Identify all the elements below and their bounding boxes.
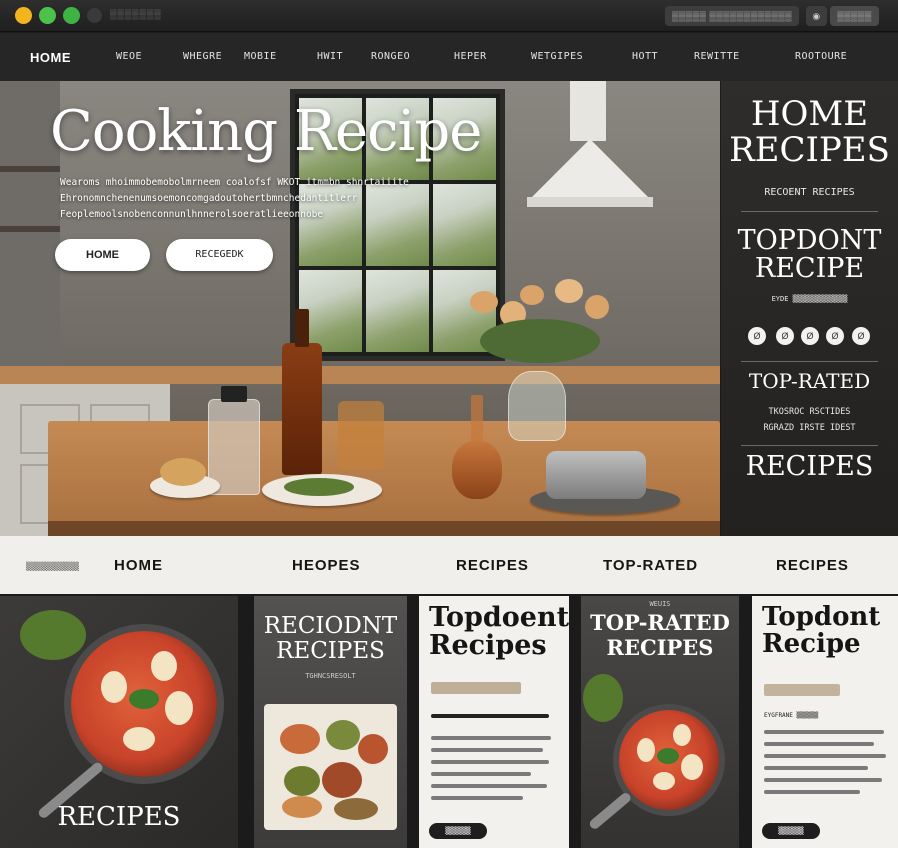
card-title: RECIPES xyxy=(57,802,181,832)
recipe-card[interactable]: WEUIS TOP-RATED RECIPES xyxy=(581,596,739,848)
food-platter-image xyxy=(264,704,397,830)
divider xyxy=(741,445,878,446)
minimize-button[interactable] xyxy=(15,7,32,24)
tab-recipes[interactable]: HEOPES xyxy=(292,557,361,574)
nav-item[interactable]: HOTT xyxy=(632,51,658,62)
recipe-card[interactable]: Topdoent Recipes ▒▒▒▒▒▒ xyxy=(419,596,569,848)
subnav-caption: ▒▒▒▒▒▒▒▒▒▒▒ xyxy=(26,562,79,571)
fullscreen-button[interactable] xyxy=(63,7,80,24)
window-titlebar: ▒▒▒▒▒▒▒ ▒▒▒▒▒ ▒▒▒▒▒▒▒▒▒▒▒▒ ◉ ▒▒▒▒▒ xyxy=(0,0,898,32)
tab-recipes[interactable]: RECIPES xyxy=(776,557,849,574)
sidebar: HOME RECIPES RECOENT RECIPES TOPDONT REC… xyxy=(721,81,898,536)
honey-jar-image xyxy=(338,401,384,469)
tab-home[interactable]: HOME xyxy=(114,557,163,574)
card-caption: TGHNCSRESOLT xyxy=(305,672,356,680)
sidebar-caption: TKOSROC RSCTIDES xyxy=(768,407,851,417)
nav-item[interactable]: RONGEO xyxy=(371,51,410,62)
hero-banner: Cooking Recipe Wearoms mhoimmobemobolmrn… xyxy=(0,81,720,536)
nav-item[interactable]: ROOTOURE xyxy=(795,51,847,62)
flower-vase-image xyxy=(508,371,566,441)
divider xyxy=(741,211,878,212)
sidebar-heading-recipes[interactable]: RECIPES xyxy=(721,452,898,481)
divider xyxy=(741,361,878,362)
bread-plate-image xyxy=(150,458,220,498)
window-title: ▒▒▒▒▒▒▒ xyxy=(110,9,162,19)
sidebar-heading-recipe[interactable]: TOPDONT RECIPE xyxy=(721,226,898,284)
salad-plate-image xyxy=(262,474,382,506)
nav-item[interactable]: HEPER xyxy=(454,51,487,62)
secondary-navigation: ▒▒▒▒▒▒▒▒▒▒▒ HOME HEOPES RECIPES TOP-RATE… xyxy=(0,536,898,594)
card-title: RECIODNT RECIPES xyxy=(263,613,398,665)
toolbar-icon[interactable]: ◉ xyxy=(806,6,827,26)
card-title: TOP-RATED RECIPES xyxy=(590,610,730,661)
herb-garnish-image xyxy=(20,610,86,660)
extra-control[interactable] xyxy=(87,8,102,23)
home-button[interactable]: HOME xyxy=(55,239,150,271)
nav-item[interactable]: MOBIE xyxy=(244,51,277,62)
recipe-card[interactable]: RECIODNT RECIPES TGHNCSRESOLT xyxy=(254,596,407,848)
back-counter xyxy=(0,366,720,384)
recipes-button[interactable]: RECEGEDK xyxy=(166,239,273,271)
cooking-pot-image xyxy=(546,451,646,499)
toolbar-menu-button[interactable]: ▒▒▒▒▒ xyxy=(830,6,879,26)
sidebar-heading-home-recipes[interactable]: HOME RECIPES xyxy=(721,96,898,168)
tab-recipes[interactable]: RECIPES xyxy=(456,557,529,574)
card-meta: EYGFRANE ▒▒▒▒▒▒ xyxy=(764,712,819,719)
address-bar[interactable]: ▒▒▒▒▒ ▒▒▒▒▒▒▒▒▒▒▒▒ xyxy=(665,6,799,26)
card-kicker: WEUIS xyxy=(649,600,671,608)
sidebar-caption: RGRAZD IRSTE IDEST xyxy=(763,423,856,433)
nav-item[interactable]: WETGIPES xyxy=(531,51,583,62)
top-navigation: HOME WEOE WHEGRE MOBIE HWIT RONGEO HEPER… xyxy=(0,33,898,81)
sidebar-caption: EYDE ▒▒▒▒▒▒▒▒▒▒▒▒▒ xyxy=(771,295,848,303)
nav-item-home[interactable]: HOME xyxy=(30,50,71,65)
oil-flask-image xyxy=(452,395,502,499)
kitchen-shelf xyxy=(0,226,60,232)
nav-item[interactable]: WHEGRE xyxy=(183,51,222,62)
range-hood xyxy=(527,81,660,211)
nav-item[interactable]: WEOE xyxy=(116,51,142,62)
nav-item[interactable]: REWITTE xyxy=(694,51,740,62)
social-icon[interactable]: Ø xyxy=(801,327,819,345)
card-title: Topdont Recipe xyxy=(762,602,881,660)
social-icon[interactable]: Ø xyxy=(748,327,766,345)
sidebar-heading-top-rated[interactable]: TOP-RATED xyxy=(721,371,898,392)
recipe-card[interactable]: Topdont Recipe EYGFRANE ▒▒▒▒▒▒ ▒▒▒▒▒▒ xyxy=(752,596,898,848)
recipe-card[interactable]: RECIPES xyxy=(0,596,238,848)
card-button[interactable]: ▒▒▒▒▒▒ xyxy=(429,823,487,839)
tab-top-rated[interactable]: TOP-RATED xyxy=(603,557,698,574)
social-icon[interactable]: Ø xyxy=(776,327,794,345)
hero-subtitle: Wearoms mhoimmobemobolmrneem coalofsf WK… xyxy=(60,177,409,220)
card-button[interactable]: ▒▒▒▒▒▒ xyxy=(762,823,820,839)
sidebar-link-recent[interactable]: RECOENT RECIPES xyxy=(721,187,898,198)
social-icon[interactable]: Ø xyxy=(852,327,870,345)
zoom-button[interactable] xyxy=(39,7,56,24)
nav-item[interactable]: HWIT xyxy=(317,51,343,62)
card-title: Topdoent Recipes xyxy=(429,602,569,662)
kitchen-shelf xyxy=(0,166,60,172)
social-icon[interactable]: Ø xyxy=(826,327,844,345)
sauce-bottle-image xyxy=(282,309,322,475)
page-title: Cooking Recipe xyxy=(50,99,482,164)
